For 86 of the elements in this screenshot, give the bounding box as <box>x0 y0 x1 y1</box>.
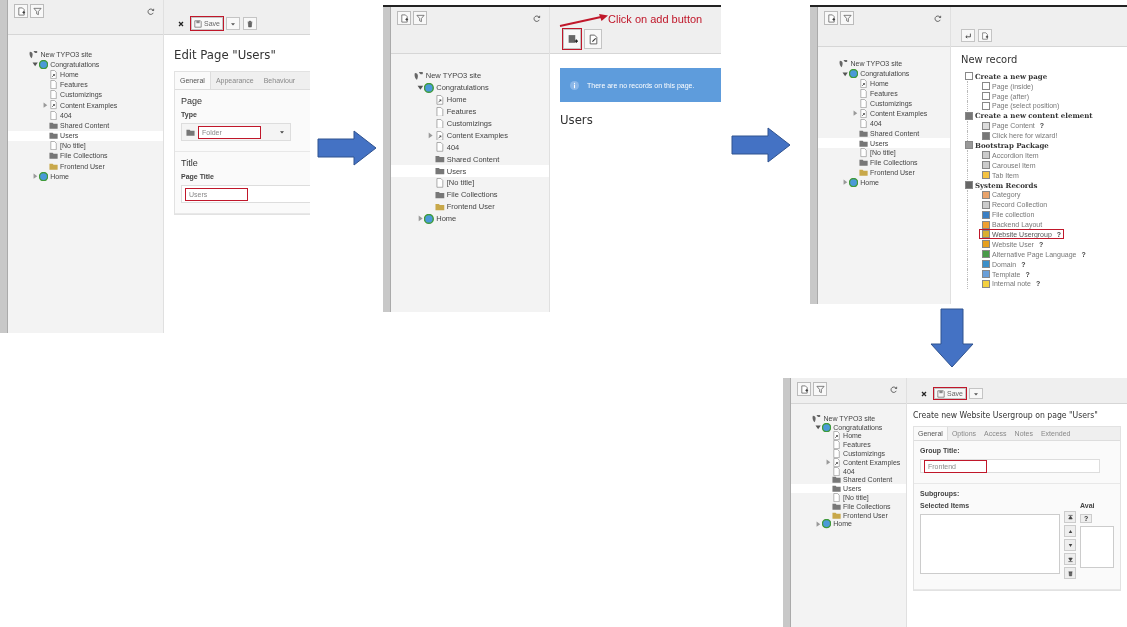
move-down-button[interactable] <box>1064 539 1076 552</box>
folder-icon <box>186 127 195 137</box>
page-heading: Create new Website Usergroup on page "Users" <box>913 410 1099 422</box>
filter-icon <box>815 384 825 394</box>
dropdown-button[interactable] <box>968 388 983 399</box>
page-icon <box>434 118 445 129</box>
return-arrow-icon <box>964 31 972 40</box>
scrollbar[interactable] <box>783 378 791 627</box>
expand-caret-icon[interactable] <box>841 70 849 77</box>
move-top-icon <box>1066 513 1074 521</box>
down-triangle-icon <box>1066 541 1074 549</box>
page-icon <box>858 98 868 109</box>
page-shortcut-icon <box>831 457 841 467</box>
filter-button[interactable] <box>413 11 427 25</box>
right-arrow-icon <box>317 130 377 166</box>
refresh-icon <box>531 13 541 23</box>
close-icon <box>177 19 185 28</box>
caret-icon <box>278 128 286 136</box>
new-page-icon <box>826 13 836 23</box>
move-top-button[interactable] <box>1064 511 1076 524</box>
trash-icon <box>1066 569 1074 577</box>
filter-icon <box>415 13 425 23</box>
new-page-button[interactable] <box>397 11 411 25</box>
page-heading: Edit Page "Users" <box>174 47 277 62</box>
page-heading: Users <box>560 112 594 127</box>
section-heading: Page <box>181 96 204 106</box>
page-shortcut-icon <box>434 94 445 105</box>
filter-icon <box>842 13 852 23</box>
page-shortcut-icon <box>858 79 868 89</box>
page-shortcut-icon <box>858 108 868 118</box>
move-up-button[interactable] <box>1064 525 1076 538</box>
page-icon <box>858 89 868 99</box>
annotation-arrow <box>559 13 609 27</box>
new-page-icon <box>981 31 989 40</box>
user-folder-icon <box>831 510 841 520</box>
page-shortcut-icon <box>48 100 58 110</box>
user-folder-icon <box>48 161 58 171</box>
user-folder-icon <box>858 168 868 178</box>
move-bottom-button[interactable] <box>1064 553 1076 566</box>
page-shortcut-icon <box>434 130 445 141</box>
filter-button[interactable] <box>840 11 854 25</box>
delete-button[interactable] <box>1064 567 1076 580</box>
expand-caret-icon[interactable] <box>31 61 39 68</box>
new-page-icon <box>799 384 809 394</box>
refresh-icon <box>932 13 942 23</box>
right-arrow-icon <box>731 127 791 163</box>
folder-icon <box>434 166 445 176</box>
trash-icon <box>245 19 254 28</box>
filter-button[interactable] <box>30 4 44 18</box>
folder-icon <box>434 189 445 200</box>
user-folder-icon <box>434 201 445 212</box>
page-icon <box>434 142 445 153</box>
new-record-icon <box>566 33 578 45</box>
scrollbar[interactable] <box>0 0 8 333</box>
close-icon <box>920 389 928 398</box>
new-record-button[interactable] <box>563 29 581 49</box>
move-bottom-icon <box>1066 555 1074 563</box>
expand-caret-icon[interactable] <box>814 424 822 431</box>
edit-page-icon <box>587 33 599 45</box>
section-heading: Title <box>181 158 199 168</box>
back-button[interactable] <box>961 29 975 42</box>
page-shortcut-icon <box>831 431 841 441</box>
scrollbar[interactable] <box>383 7 391 312</box>
delete-button[interactable] <box>242 17 257 30</box>
refresh-icon <box>145 6 155 16</box>
new-page-button[interactable] <box>797 382 811 396</box>
edit-page-button[interactable] <box>584 29 602 49</box>
new-page-button[interactable] <box>978 29 992 42</box>
annotation-text: Click on add button <box>608 13 703 25</box>
page-shortcut-icon <box>48 69 58 79</box>
page-icon <box>858 118 868 128</box>
new-page-button[interactable] <box>14 4 28 18</box>
page-icon <box>434 106 445 117</box>
dropdown-button[interactable] <box>225 17 240 30</box>
filter-button[interactable] <box>813 382 827 396</box>
expand-caret-icon[interactable] <box>416 84 424 92</box>
page-heading: New record <box>961 53 1019 68</box>
up-triangle-icon <box>1066 527 1074 535</box>
new-page-button[interactable] <box>824 11 838 25</box>
down-arrow-icon <box>930 308 974 368</box>
info-icon <box>570 80 579 90</box>
new-page-icon <box>16 6 26 16</box>
filter-icon <box>32 6 42 16</box>
new-page-icon <box>399 13 409 23</box>
refresh-icon <box>888 384 898 394</box>
scrollbar[interactable] <box>810 7 818 304</box>
